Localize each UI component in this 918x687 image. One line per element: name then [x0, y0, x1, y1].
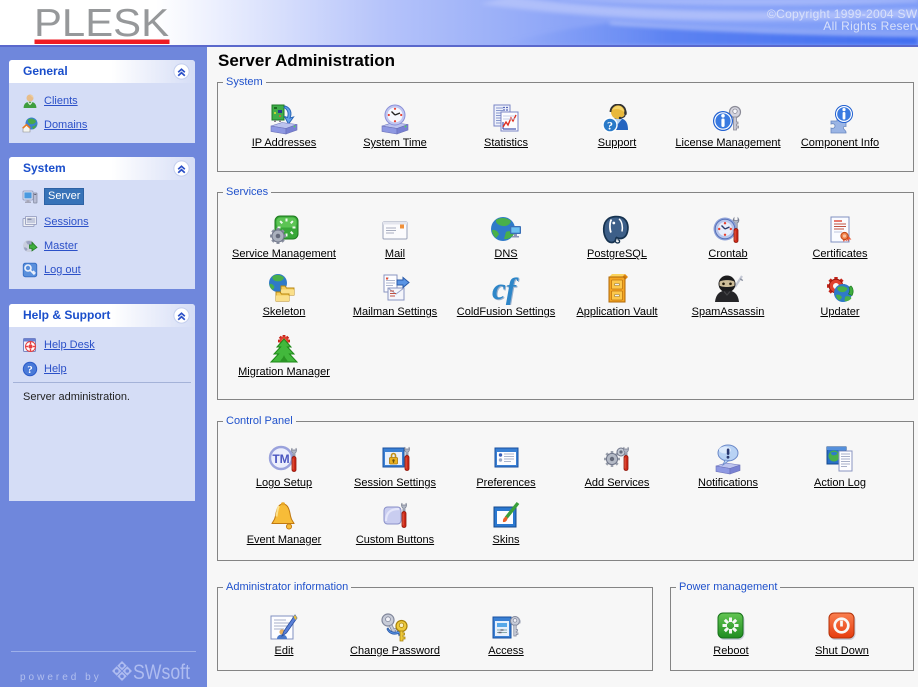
svg-text:?: ? [607, 119, 613, 133]
svg-text:cf: cf [492, 273, 519, 305]
svg-text:SWsoft: SWsoft [133, 661, 190, 684]
svg-text:TM: TM [272, 452, 289, 466]
svg-text:PLESK: PLESK [34, 4, 169, 45]
svg-text:?: ? [27, 364, 33, 376]
